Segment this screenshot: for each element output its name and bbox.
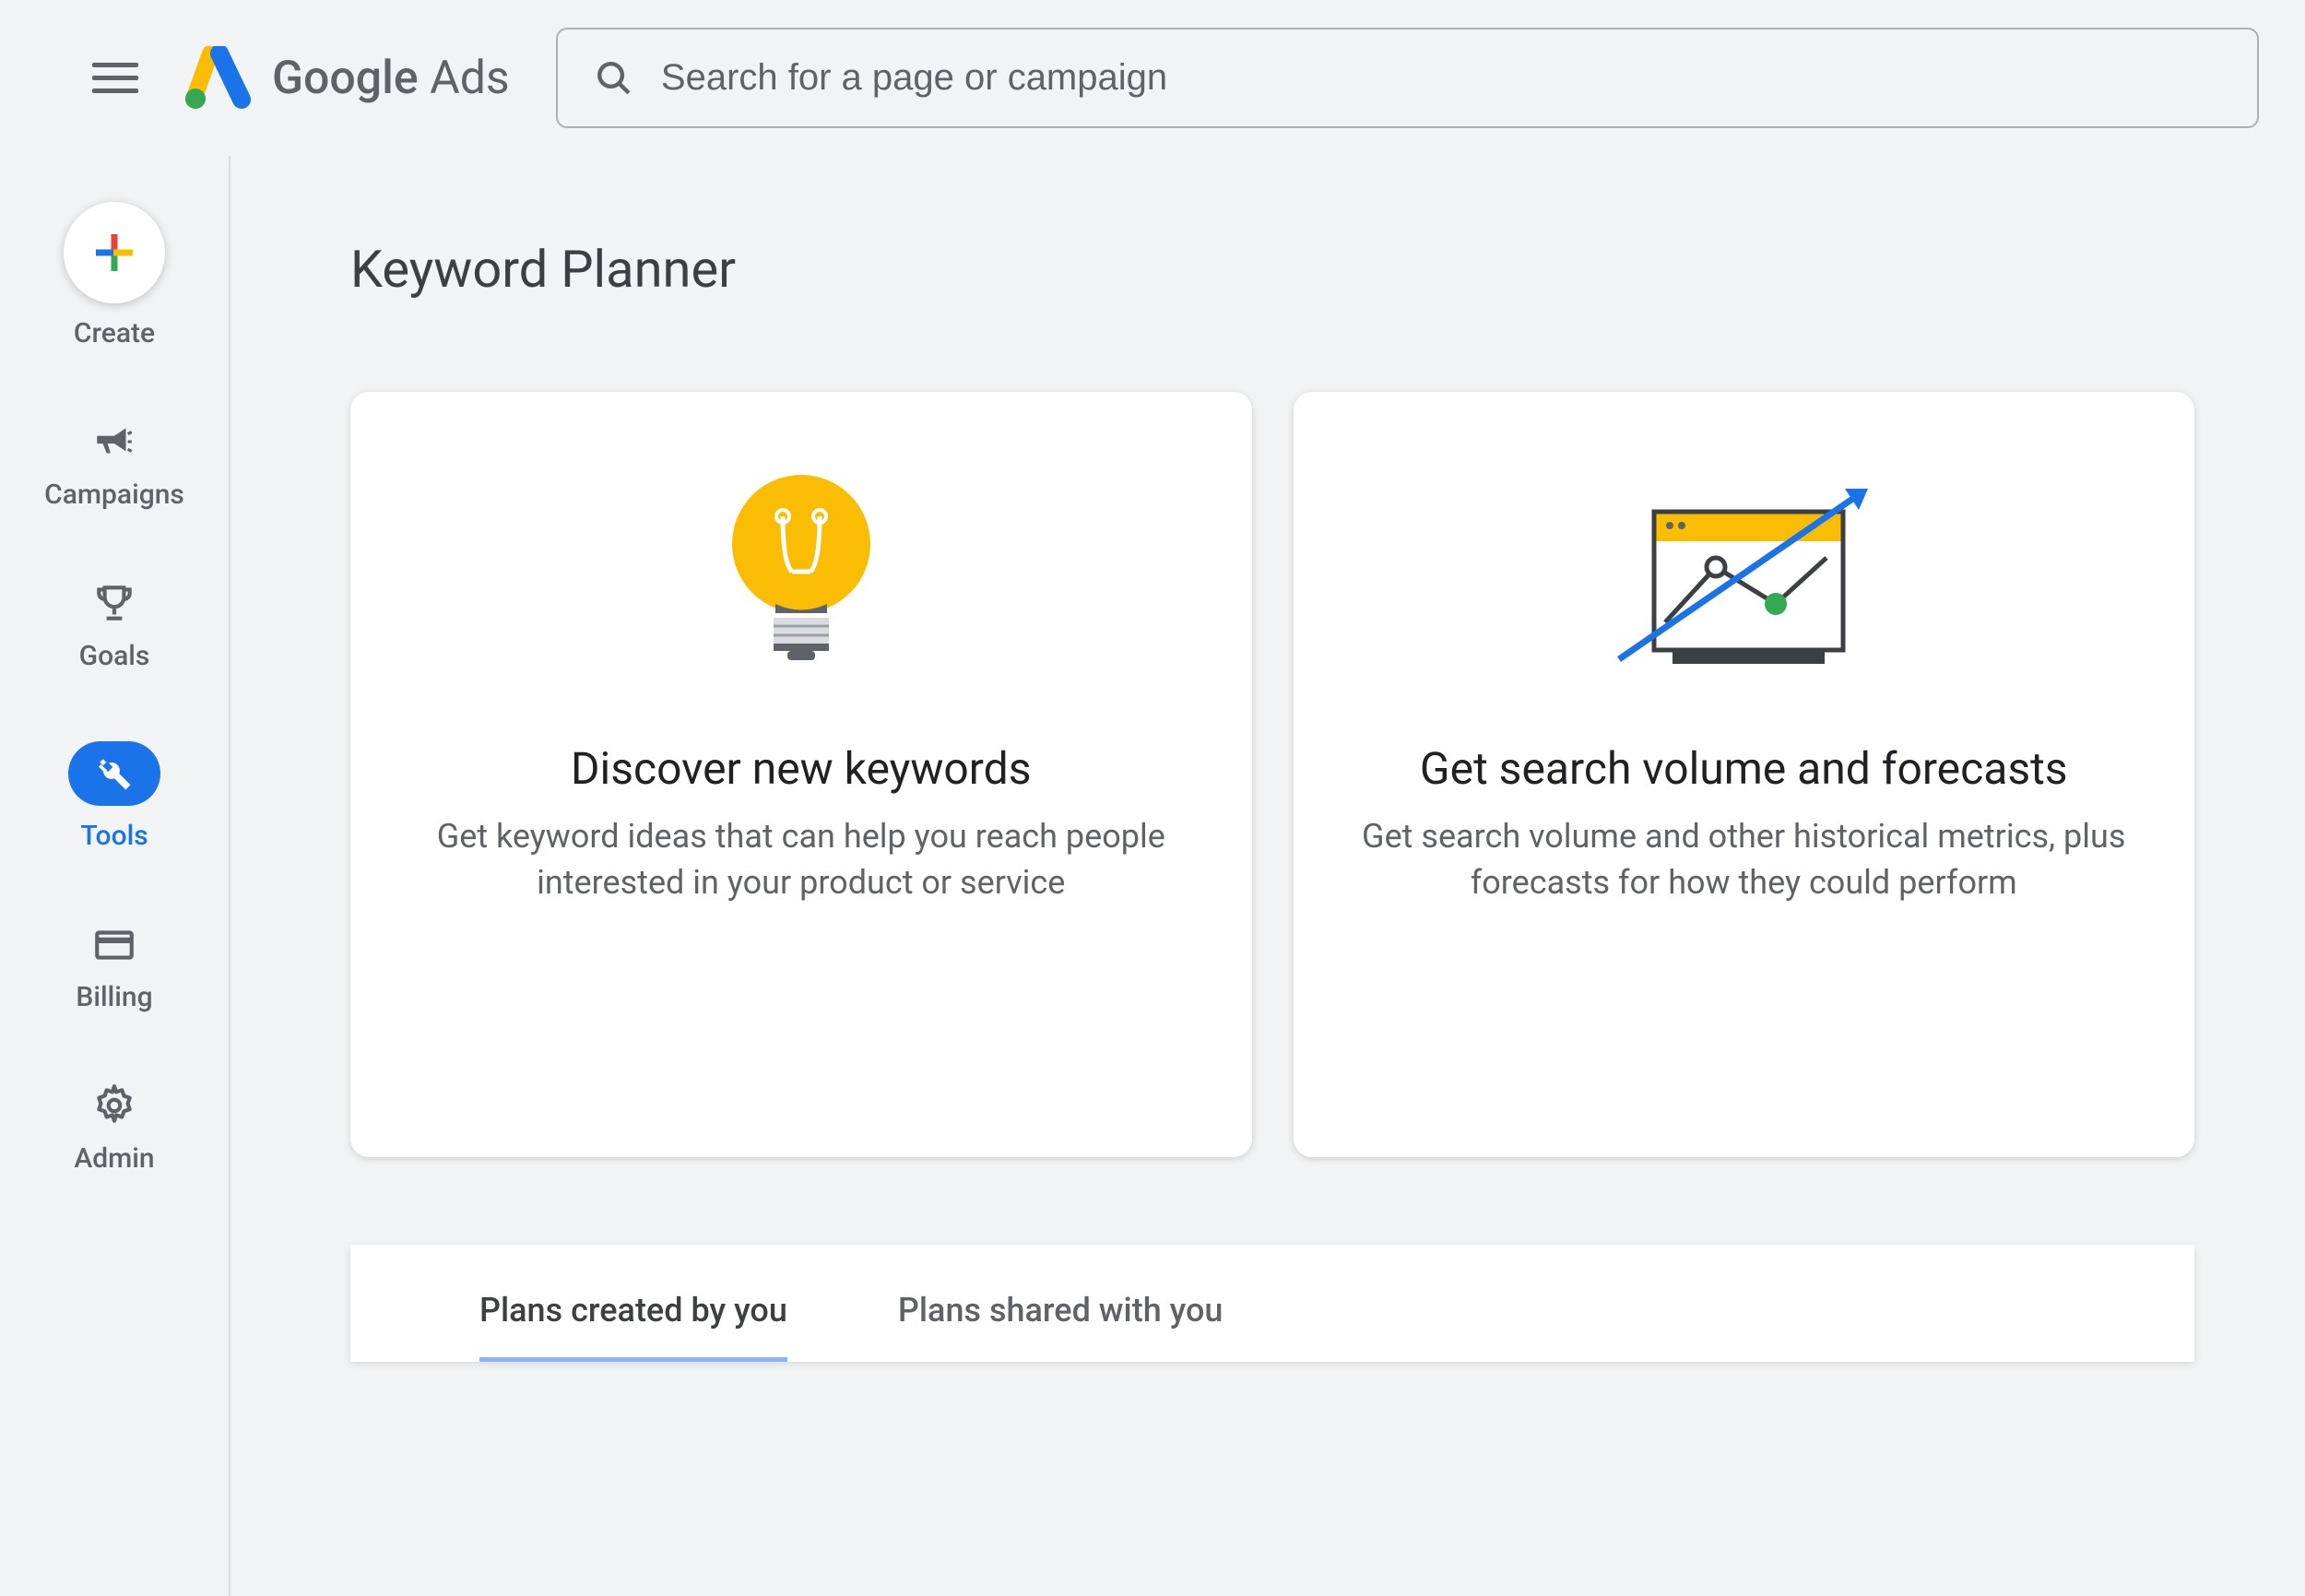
app-header: Google Ads [0,0,2305,156]
lightbulb-illustration [727,456,875,696]
card-title: Get search volume and forecasts [1420,742,2068,795]
sidebar-item-label: Create [74,317,155,349]
sidebar-item-admin[interactable]: Admin [74,1082,154,1175]
card-icon [91,921,137,967]
create-button[interactable] [64,202,165,303]
card-description: Get search volume and other historical m… [1349,813,2140,906]
search-icon [595,58,633,99]
sidebar-item-label: Goals [79,640,150,672]
main-content: Keyword Planner [230,156,2305,1596]
sidebar-item-tools[interactable]: Tools [68,741,160,852]
chart-illustration [1582,456,1905,696]
plus-icon [91,230,137,276]
megaphone-icon [91,419,137,465]
global-search[interactable] [556,28,2259,128]
sidebar-item-label: Billing [76,981,152,1013]
plans-tabs: Plans created by you Plans shared with y… [350,1245,2194,1362]
discover-keywords-card[interactable]: Discover new keywords Get keyword ideas … [350,392,1252,1157]
brand-text: Google Ads [272,52,510,105]
search-input[interactable] [661,57,2220,99]
action-cards: Discover new keywords Get keyword ideas … [350,392,2194,1157]
sidebar-item-campaigns[interactable]: Campaigns [44,419,184,511]
card-title: Discover new keywords [571,742,1031,795]
tab-plans-shared[interactable]: Plans shared with you [898,1291,1223,1362]
gear-icon [91,1082,137,1129]
brand-logo[interactable]: Google Ads [184,46,510,111]
sidebar-nav: Create Campaigns Goals [0,156,230,1596]
google-ads-logo-icon [184,46,254,111]
sidebar-item-label: Campaigns [44,479,184,511]
sidebar-item-create[interactable]: Create [64,202,165,349]
sidebar-item-billing[interactable]: Billing [76,921,152,1013]
sidebar-item-label: Admin [74,1142,154,1175]
wrench-icon [95,754,134,793]
trophy-icon [91,580,137,626]
sidebar-item-goals[interactable]: Goals [79,580,150,672]
plans-panel: Plans created by you Plans shared with y… [350,1245,2194,1362]
search-volume-card[interactable]: Get search volume and forecasts Get sear… [1294,392,2195,1157]
chart-arrow-icon [1582,466,1905,687]
page-title: Keyword Planner [350,239,2194,300]
hamburger-menu-button[interactable] [92,63,138,93]
sidebar-item-label: Tools [80,820,148,852]
tab-plans-created[interactable]: Plans created by you [479,1291,787,1362]
card-description: Get keyword ideas that can help you reac… [406,813,1197,906]
lightbulb-icon [727,461,875,692]
